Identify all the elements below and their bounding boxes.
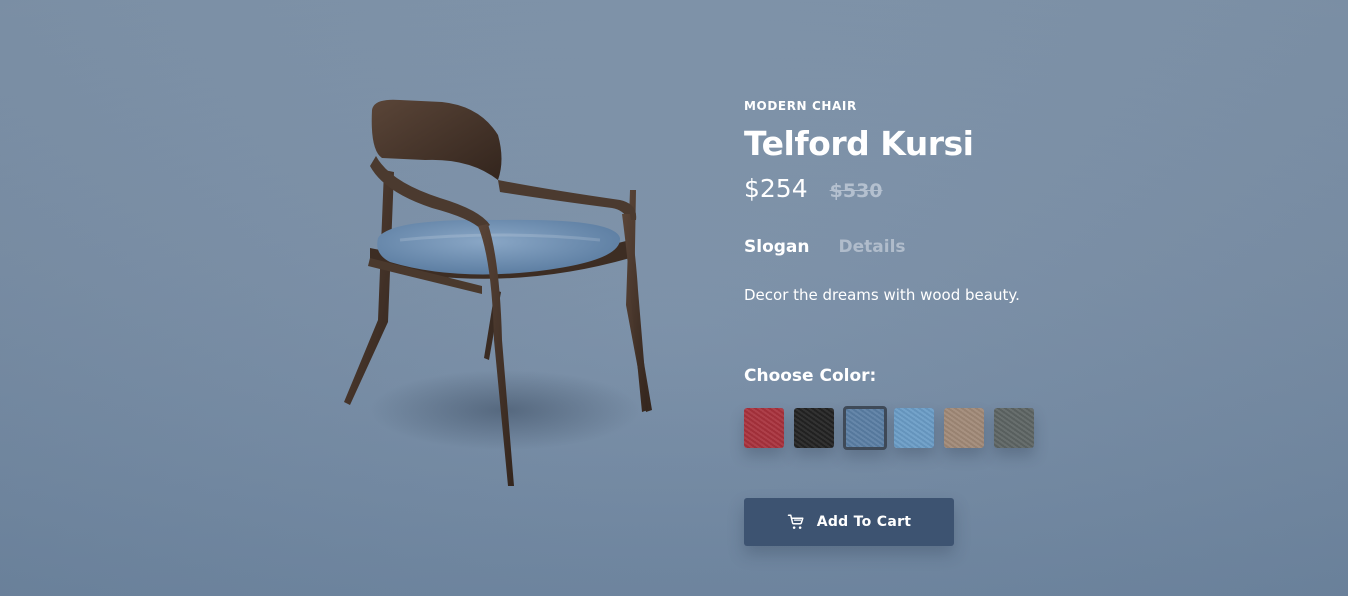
swatch-tan[interactable]: [944, 408, 984, 448]
price-row: $254 $530: [744, 174, 883, 203]
color-swatches: [744, 406, 1044, 450]
product-category: MODERN CHAIR: [744, 99, 857, 113]
background: [0, 0, 1348, 596]
cart-icon: [787, 514, 804, 529]
swatch-black[interactable]: [794, 408, 834, 448]
swatch-texture: [894, 408, 934, 448]
swatch-texture: [944, 408, 984, 448]
product-title: Telford Kursi: [744, 124, 974, 163]
swatch-texture: [846, 409, 884, 447]
swatch-texture: [794, 408, 834, 448]
tab-slogan[interactable]: Slogan: [744, 237, 810, 257]
swatch-texture: [744, 408, 784, 448]
swatch-red[interactable]: [744, 408, 784, 448]
choose-color-label: Choose Color:: [744, 366, 877, 386]
swatch-denim-blue[interactable]: [843, 406, 887, 450]
info-tabs: Slogan Details: [744, 237, 906, 257]
swatch-grey[interactable]: [994, 408, 1034, 448]
price-current: $254: [744, 174, 808, 203]
swatch-light-blue[interactable]: [894, 408, 934, 448]
add-to-cart-button[interactable]: Add To Cart: [744, 498, 954, 546]
chair-image: [344, 99, 652, 486]
add-to-cart-label: Add To Cart: [816, 514, 912, 530]
swatch-texture: [994, 408, 1034, 448]
tab-content: Decor the dreams with wood beauty.: [744, 286, 1020, 304]
price-old: $530: [829, 180, 883, 202]
tab-details[interactable]: Details: [839, 237, 906, 257]
